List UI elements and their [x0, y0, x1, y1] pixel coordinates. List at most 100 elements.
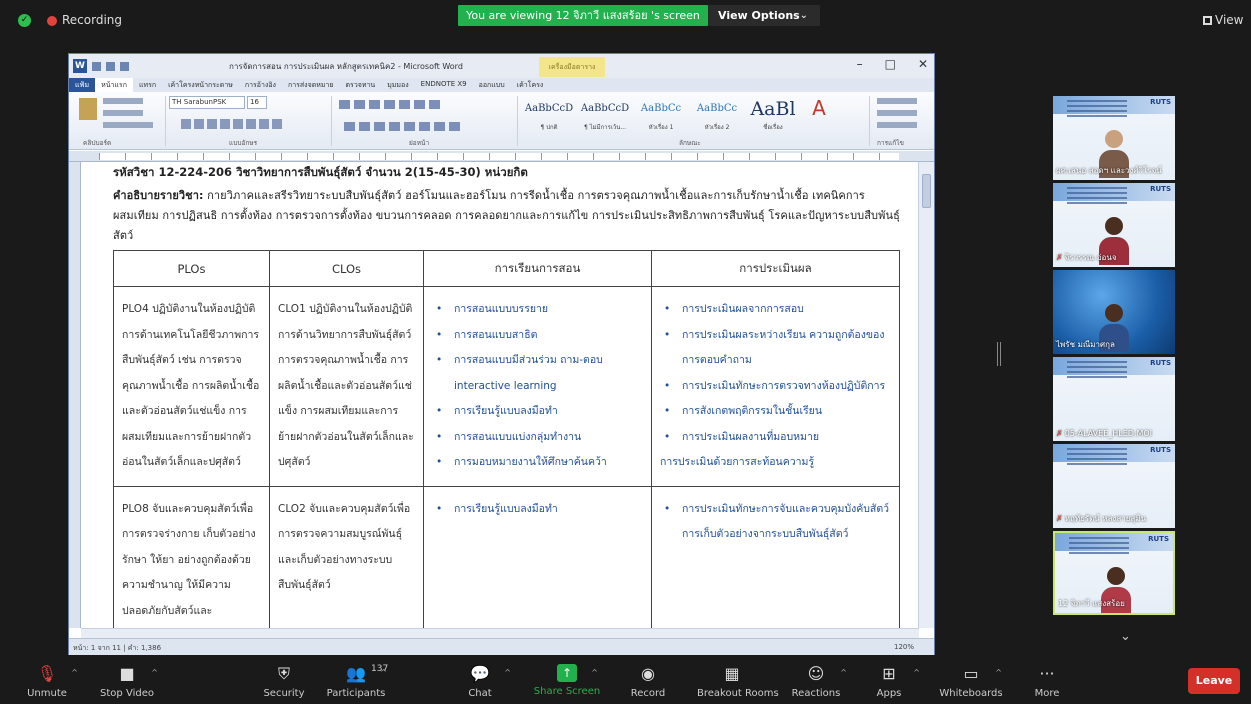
paste-icon[interactable]: [79, 98, 97, 120]
line-spacing-icon[interactable]: [419, 122, 430, 131]
ribbon-tab-page-layout[interactable]: เค้าโครงหน้ากระดาษ: [162, 78, 239, 92]
show-marks-icon[interactable]: [429, 100, 440, 109]
maximize-icon[interactable]: □: [885, 57, 896, 71]
find-icon[interactable]: [877, 98, 917, 104]
zoom-level[interactable]: 120%: [894, 643, 914, 651]
ribbon-tab-review[interactable]: ตรวจทาน: [340, 78, 382, 92]
format-painter-icon[interactable]: [103, 122, 153, 128]
breakout-rooms-button[interactable]: ▦ Breakout Rooms: [697, 660, 779, 704]
participant-tile[interactable]: RUTS ✗ จิรวรรณ อ่อนจ: [1053, 183, 1175, 267]
ribbon-tab-endnote[interactable]: ENDNOTE X9: [415, 78, 473, 92]
chevron-up-icon[interactable]: ^: [995, 668, 1002, 677]
justify-icon[interactable]: [389, 122, 400, 131]
recording-label[interactable]: Recording: [62, 13, 122, 27]
participants-button[interactable]: 👥 137 Participants ^: [321, 660, 391, 704]
participant-tile[interactable]: RUTS ผศ.เสนอ สอดฯ และวงศ์วิโรจน์: [1053, 96, 1175, 180]
document-page[interactable]: รหัสวิชา 12-224-206 วิชาวิทยาการสืบพันธุ…: [81, 162, 919, 628]
participant-tile[interactable]: RUTS ✗ หฤทัยรัตน์ หลงสายสุมิน: [1053, 444, 1175, 528]
stop-video-button[interactable]: ■ Stop Video ^: [92, 660, 162, 704]
whiteboards-button[interactable]: ▭ Whiteboards ^: [936, 660, 1006, 704]
italic-icon[interactable]: [194, 119, 204, 129]
page-word-count[interactable]: หน้า: 1 จาก 11 | คำ: 1,386: [73, 643, 161, 654]
unmute-button[interactable]: 🎙 Unmute ^: [12, 660, 82, 704]
font-name-box[interactable]: TH SarabunPSK: [169, 96, 245, 109]
multilevel-list-icon[interactable]: [369, 100, 380, 109]
participant-tile[interactable]: RUTS ✗ 05-ALAVEE_HLED.MOI: [1053, 357, 1175, 441]
chevron-up-icon[interactable]: ^: [504, 668, 511, 677]
align-center-icon[interactable]: [359, 122, 370, 131]
style-no-spacing[interactable]: AaBbCcD ¶ ไม่มีการเว้น...: [580, 96, 630, 136]
scrollbar-thumb[interactable]: [922, 174, 931, 208]
font-size-box[interactable]: 16: [247, 96, 267, 109]
chat-button[interactable]: 💬 Chat ^: [445, 660, 515, 704]
ribbon-tab-layout[interactable]: เค้าโครง: [511, 78, 550, 92]
participant-tile-active-speaker[interactable]: RUTS 12 จิภาวี แสงสร้อย: [1053, 531, 1175, 615]
ribbon-tab-file[interactable]: แฟ้ม: [69, 78, 96, 92]
align-right-icon[interactable]: [374, 122, 385, 131]
strikethrough-icon[interactable]: [220, 119, 230, 129]
replace-icon[interactable]: [877, 110, 917, 116]
style-heading-2[interactable]: AaBbCc หัวเรื่อง 2: [692, 96, 742, 136]
panel-splitter-handle[interactable]: [997, 342, 1001, 366]
style-normal[interactable]: AaBbCcD ¶ ปกติ: [524, 96, 574, 136]
increase-indent-icon[interactable]: [399, 100, 410, 109]
security-button[interactable]: ⛨ Security: [249, 660, 319, 704]
close-icon[interactable]: ✕: [918, 57, 928, 71]
style-title[interactable]: AaBl ชื่อเรื่อง: [748, 96, 798, 136]
decrease-indent-icon[interactable]: [384, 100, 395, 109]
chevron-up-icon[interactable]: ^: [913, 668, 920, 677]
vertical-ruler[interactable]: [69, 162, 81, 628]
ribbon-separator: [165, 96, 166, 146]
ribbon-tab-references[interactable]: การอ้างอิง: [239, 78, 282, 92]
shading-icon[interactable]: [434, 122, 445, 131]
gallery-collapse-chevron-icon[interactable]: ⌄: [1120, 629, 1131, 644]
highlight-icon[interactable]: [259, 119, 269, 129]
save-icon[interactable]: [92, 61, 101, 71]
share-screen-button[interactable]: ↑ Share Screen ^: [532, 660, 602, 704]
ribbon-tab-view[interactable]: มุมมอง: [381, 78, 414, 92]
change-styles-icon[interactable]: A: [804, 96, 834, 136]
ribbon-tab-bar: แฟ้ม หน้าแรก แทรก เค้าโครงหน้ากระดาษ การ…: [69, 78, 934, 92]
list-item: การสอนแบบบรรยาย: [432, 297, 643, 323]
view-options-button[interactable]: View Options ⌄: [708, 5, 820, 26]
reactions-button[interactable]: ☺ Reactions ^: [781, 660, 851, 704]
view-button[interactable]: View: [1203, 13, 1243, 27]
ribbon-tab-home[interactable]: หน้าแรก: [95, 78, 133, 92]
numbering-icon[interactable]: [354, 100, 365, 109]
record-button[interactable]: ◉ Record: [613, 660, 683, 704]
font-color-icon[interactable]: [272, 119, 282, 129]
distributed-icon[interactable]: [404, 122, 415, 131]
select-icon[interactable]: [877, 122, 917, 128]
undo-icon[interactable]: [106, 61, 115, 71]
security-shield-icon[interactable]: ✓: [18, 14, 31, 27]
underline-icon[interactable]: [207, 119, 217, 129]
sort-icon[interactable]: [414, 100, 425, 109]
align-left-icon[interactable]: [344, 122, 355, 131]
chevron-up-icon[interactable]: ^: [840, 668, 847, 677]
vertical-scrollbar[interactable]: [918, 162, 934, 628]
style-heading-1[interactable]: AaBbCc หัวเรื่อง 1: [636, 96, 686, 136]
chevron-up-icon[interactable]: ^: [380, 668, 387, 677]
copy-icon[interactable]: [103, 110, 143, 116]
ruts-logo: RUTS: [1150, 185, 1171, 193]
minimize-icon[interactable]: –: [857, 57, 863, 71]
apps-button[interactable]: ⊞ Apps ^: [854, 660, 924, 704]
more-button[interactable]: ··· More: [1012, 660, 1082, 704]
ribbon-tab-mailings[interactable]: การส่งจดหมาย: [282, 78, 340, 92]
bullets-icon[interactable]: [339, 100, 350, 109]
ribbon-tab-insert[interactable]: แทรก: [133, 78, 162, 92]
chevron-up-icon[interactable]: ^: [71, 668, 78, 677]
horizontal-ruler[interactable]: [69, 151, 934, 162]
bold-icon[interactable]: [181, 119, 191, 129]
superscript-icon[interactable]: [246, 119, 256, 129]
ribbon-tab-design[interactable]: ออกแบบ: [473, 78, 511, 92]
horizontal-scrollbar[interactable]: [81, 628, 919, 638]
borders-icon[interactable]: [449, 122, 460, 131]
leave-button[interactable]: Leave: [1188, 668, 1240, 694]
cut-icon[interactable]: [103, 98, 143, 104]
redo-icon[interactable]: [120, 61, 129, 71]
chevron-up-icon[interactable]: ^: [151, 668, 158, 677]
subscript-icon[interactable]: [233, 119, 243, 129]
chevron-up-icon[interactable]: ^: [591, 668, 598, 677]
participant-tile[interactable]: ไพรัช มณีมาศกุล: [1053, 270, 1175, 354]
